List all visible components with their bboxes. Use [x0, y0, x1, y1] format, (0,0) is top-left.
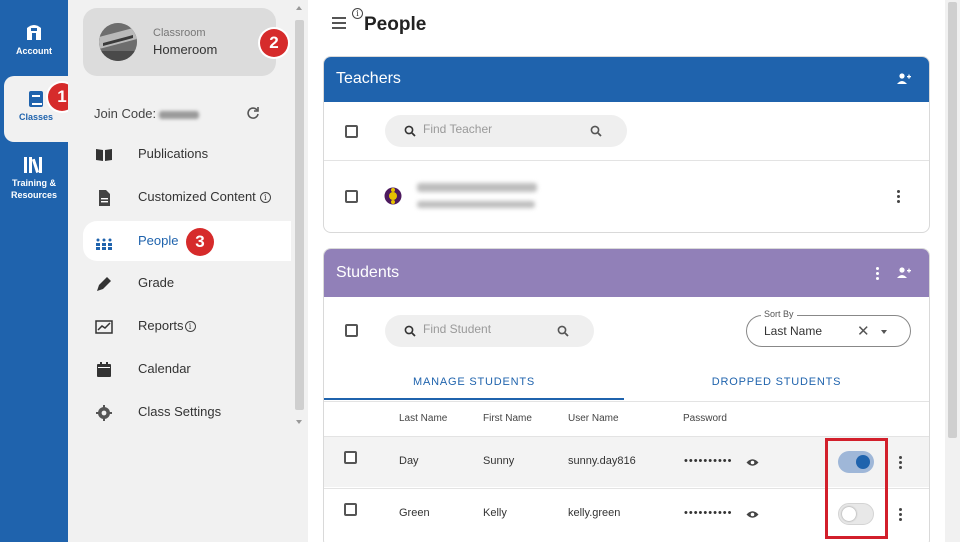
nav-item-reports[interactable]: Reports i: [83, 306, 291, 346]
step-badge-2: 2: [260, 29, 288, 57]
find-teacher-input[interactable]: [423, 122, 563, 136]
book-icon: [29, 91, 43, 107]
class-subtitle: Classroom: [153, 27, 206, 39]
class-name: Homeroom: [153, 42, 218, 57]
select-all-teachers-checkbox[interactable]: [345, 125, 358, 138]
student-row-checkbox[interactable]: [344, 451, 357, 464]
calendar-icon: [97, 362, 111, 377]
find-student-search[interactable]: [385, 315, 594, 347]
document-icon: [99, 190, 110, 206]
student-more-icon[interactable]: [899, 508, 903, 523]
class-selector[interactable]: Classroom Homeroom: [83, 8, 276, 76]
nav-item-class-settings[interactable]: Class Settings: [83, 392, 291, 432]
scroll-up-arrow-icon[interactable]: [296, 6, 302, 10]
student-more-icon[interactable]: [899, 456, 903, 471]
menu-icon[interactable]: [332, 17, 346, 29]
column-header-first-name[interactable]: First Name: [483, 413, 532, 424]
select-all-students-checkbox[interactable]: [345, 324, 358, 337]
library-books-icon: [24, 157, 42, 173]
tab-dropped-students[interactable]: DROPPED STUDENTS: [624, 372, 929, 400]
teacher-email-redacted: [417, 201, 535, 208]
info-icon[interactable]: i: [259, 192, 271, 204]
pen-icon: [97, 277, 111, 291]
chart-trend-icon: [95, 320, 113, 334]
gear-icon: [96, 405, 112, 421]
search-icon: [404, 125, 416, 137]
nav-item-grade[interactable]: Grade: [83, 263, 291, 303]
main-content: i People Teachers Find Teacher Students …: [308, 0, 945, 542]
sort-by-select[interactable]: Sort By Last Name ✕: [746, 309, 911, 347]
nav-scroll-thumb[interactable]: [295, 20, 304, 410]
nav-scrollbar[interactable]: [291, 0, 308, 432]
clear-sort-icon[interactable]: ✕: [857, 322, 870, 340]
teacher-row-checkbox[interactable]: [345, 190, 358, 203]
eye-icon[interactable]: [746, 510, 759, 519]
students-header: Students: [324, 249, 929, 297]
refresh-icon[interactable]: [246, 106, 260, 120]
nav-item-calendar[interactable]: Calendar: [83, 349, 291, 389]
column-header-password[interactable]: Password: [683, 413, 727, 424]
nav-item-customized-content[interactable]: Customized Content i: [83, 177, 291, 217]
column-header-last-name[interactable]: Last Name: [399, 413, 447, 424]
page-title: People: [364, 14, 427, 35]
people-grid-icon: [96, 238, 112, 250]
rail-account[interactable]: Account: [0, 22, 68, 56]
teacher-more-icon[interactable]: [897, 190, 901, 205]
search-icon[interactable]: [557, 325, 569, 337]
class-nav: Classroom Homeroom Join Code: Publicatio…: [68, 0, 291, 542]
main-scroll-thumb[interactable]: [948, 2, 957, 438]
tab-manage-students[interactable]: MANAGE STUDENTS: [324, 372, 624, 400]
search-icon: [404, 325, 416, 337]
add-person-icon[interactable]: [897, 267, 911, 279]
teacher-name-redacted: [417, 183, 537, 192]
chevron-down-icon[interactable]: [881, 330, 887, 334]
step-badge-3: 3: [186, 228, 214, 256]
join-code: Join Code:: [94, 106, 200, 121]
main-scrollbar[interactable]: [945, 0, 960, 542]
classroom-image-icon: [99, 23, 137, 61]
nav-item-publications[interactable]: Publications: [83, 134, 291, 174]
students-more-icon[interactable]: [876, 267, 880, 282]
password-masked: ••••••••••: [684, 507, 733, 519]
account-icon: [27, 25, 41, 40]
info-icon[interactable]: i: [352, 8, 363, 19]
find-teacher-search[interactable]: [385, 115, 627, 147]
add-person-icon[interactable]: [897, 73, 911, 85]
password-masked: ••••••••••: [684, 455, 733, 467]
scroll-down-arrow-icon[interactable]: [296, 420, 302, 424]
find-student-input[interactable]: [423, 322, 543, 336]
teachers-card: Teachers: [323, 56, 930, 233]
student-row-checkbox[interactable]: [344, 503, 357, 516]
join-code-value-redacted: [159, 110, 200, 119]
class-avatar: [99, 23, 137, 61]
info-icon[interactable]: i: [184, 321, 196, 333]
open-book-icon: [96, 149, 112, 161]
rail-training-resources[interactable]: Training & Resources: [0, 156, 68, 200]
left-rail: Account Classes Training & Resources: [0, 0, 68, 542]
toggle-highlight-box: [825, 438, 888, 539]
column-header-user-name[interactable]: User Name: [568, 413, 619, 424]
search-icon[interactable]: [590, 125, 602, 137]
teachers-header: Teachers: [324, 57, 929, 102]
eye-icon[interactable]: [746, 458, 759, 467]
teacher-avatar-icon: [384, 187, 402, 205]
